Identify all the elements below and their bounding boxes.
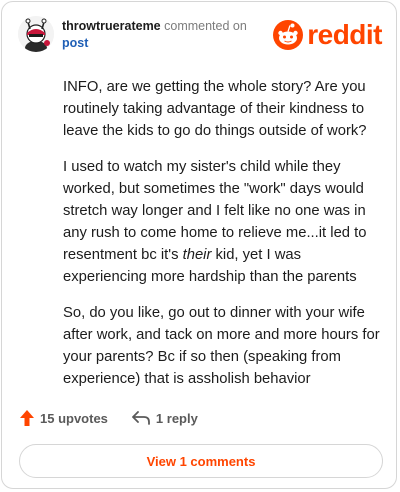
emphasis-text: their — [182, 247, 212, 263]
comment-body: INFO, are we getting the whole story? Ar… — [63, 76, 381, 404]
avatar-icon — [18, 16, 54, 52]
comment-paragraph: I used to watch my sister's child while … — [63, 156, 381, 288]
reddit-snoo-icon — [273, 20, 304, 50]
post-link[interactable]: post — [62, 36, 88, 50]
reply-count: 1 reply — [155, 410, 198, 426]
comment-action-text: commented on — [164, 19, 247, 33]
comment-footer: 15 upvotes 1 reply — [20, 410, 198, 426]
upvote-count: 15 upvotes — [40, 410, 108, 426]
view-comments-label: View 1 comments — [146, 453, 256, 469]
comment-card: throwtruerateme commented on post reddit… — [1, 1, 397, 489]
reply-button[interactable]: 1 reply — [132, 411, 198, 426]
reddit-wordmark: reddit — [307, 19, 382, 50]
reddit-logo: reddit — [273, 20, 382, 50]
avatar[interactable] — [18, 16, 54, 52]
upvote-arrow-icon[interactable] — [20, 410, 34, 426]
comment-header: throwtruerateme commented on post — [62, 18, 277, 52]
comment-paragraph: So, do you like, go out to dinner with y… — [63, 305, 380, 387]
comment-paragraph: INFO, are we getting the whole story? Ar… — [63, 79, 367, 139]
username[interactable]: throwtruerateme — [62, 19, 161, 33]
upvote-button[interactable]: 15 upvotes — [20, 410, 108, 426]
view-comments-button[interactable]: View 1 comments — [19, 444, 383, 478]
reply-arrow-icon[interactable] — [132, 411, 150, 425]
